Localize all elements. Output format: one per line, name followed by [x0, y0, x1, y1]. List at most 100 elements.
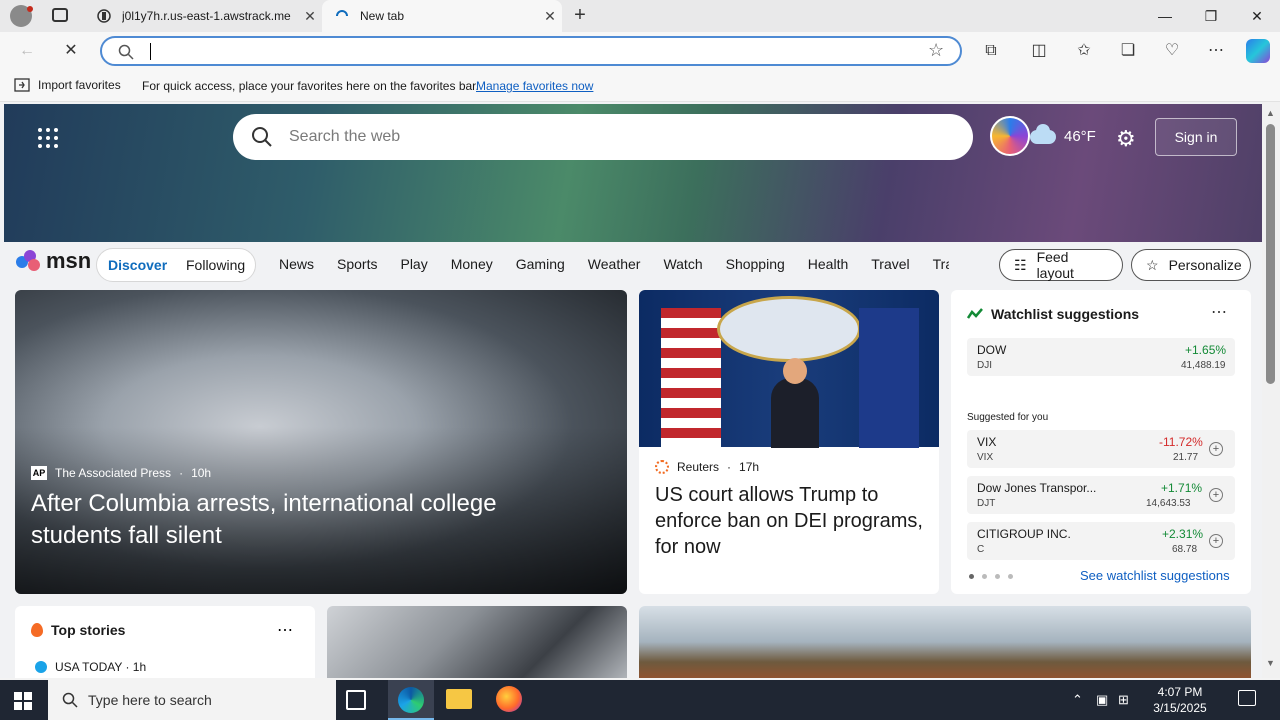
- news-card-doj[interactable]: Reuters · 17h US court allows Trump to e…: [639, 290, 939, 594]
- personalize-button[interactable]: ☆ Personalize: [1131, 249, 1251, 281]
- add-to-watchlist-icon[interactable]: +: [1209, 442, 1223, 456]
- manage-favorites-link[interactable]: Manage favorites now: [476, 79, 593, 93]
- see-watchlist-link[interactable]: See watchlist suggestions: [1080, 568, 1230, 583]
- copilot-icon[interactable]: [990, 116, 1030, 156]
- news-card-food-image[interactable]: [639, 606, 1251, 678]
- close-window-button[interactable]: ✕: [1234, 0, 1280, 32]
- app-launcher-icon[interactable]: [38, 128, 58, 148]
- ap-logo: AP: [31, 466, 47, 480]
- collections-icon[interactable]: ❏: [1117, 40, 1139, 62]
- show-hidden-icons-icon[interactable]: ⌃: [1072, 692, 1083, 708]
- more-options-icon[interactable]: ⋯: [1211, 302, 1227, 322]
- stock-price: 41,488.19: [1181, 360, 1226, 371]
- add-to-watchlist-icon[interactable]: +: [1209, 488, 1223, 502]
- split-screen-icon[interactable]: ◫: [1028, 40, 1050, 62]
- nav-link-news[interactable]: News: [279, 256, 314, 272]
- web-search-box[interactable]: [233, 114, 973, 160]
- back-arrow-icon[interactable]: ←: [16, 40, 38, 62]
- address-input[interactable]: [148, 41, 908, 61]
- msn-logo[interactable]: msn: [16, 248, 91, 274]
- page-scrollbar[interactable]: ▲ ▼: [1262, 102, 1280, 678]
- browser-essentials-icon[interactable]: ♡: [1161, 40, 1183, 62]
- feed-layout-button[interactable]: ☷ Feed layout: [999, 249, 1123, 281]
- device-icon[interactable]: ▣: [1096, 692, 1108, 708]
- top-stories-header: Top stories: [31, 622, 125, 638]
- clock-time: 4:07 PM: [1157, 685, 1203, 699]
- sign-in-button[interactable]: Sign in: [1155, 118, 1237, 156]
- stock-row[interactable]: CITIGROUP INC. C +2.31% 68.78 +: [967, 522, 1235, 560]
- source-separator: ·: [727, 460, 732, 474]
- stock-name: DOW: [977, 343, 1007, 357]
- minimize-button[interactable]: —: [1142, 0, 1188, 32]
- nav-link-health[interactable]: Health: [808, 256, 848, 272]
- speaker-image: [771, 358, 819, 448]
- tab-close-icon[interactable]: ✕: [298, 8, 322, 25]
- new-tab-button[interactable]: +: [568, 4, 592, 28]
- tab-actions-icon[interactable]: [52, 8, 68, 22]
- news-card-image[interactable]: [327, 606, 627, 678]
- scroll-down-icon[interactable]: ▼: [1266, 658, 1275, 668]
- edge-icon: [398, 687, 424, 713]
- suggested-label: Suggested for you: [967, 412, 1049, 423]
- stop-loading-icon[interactable]: ✕: [60, 40, 82, 62]
- top-stories-card: Top stories ⋯ USA TODAY · 1h: [15, 606, 315, 678]
- favorites-icon[interactable]: ✩: [1073, 40, 1095, 62]
- tab-awstrack[interactable]: j0l1y7h.r.us-east-1.awstrack.me ✕: [84, 0, 322, 32]
- tab-following[interactable]: Following: [186, 257, 245, 273]
- nav-link-watch[interactable]: Watch: [663, 256, 702, 272]
- nav-link-shopping[interactable]: Shopping: [726, 256, 785, 272]
- nav-link-weather[interactable]: Weather: [588, 256, 641, 272]
- file-explorer-icon[interactable]: [446, 689, 472, 709]
- notifications-icon[interactable]: [1238, 690, 1256, 706]
- usa-today-logo-icon: [35, 661, 47, 673]
- scrollbar-thumb[interactable]: [1266, 124, 1275, 384]
- stock-row[interactable]: VIX VIX -11.72% 21.77 +: [967, 430, 1235, 468]
- scroll-up-icon[interactable]: ▲: [1266, 108, 1275, 118]
- edge-taskbar-button[interactable]: [388, 680, 434, 720]
- address-bar[interactable]: ☆: [100, 36, 962, 66]
- carousel-dots[interactable]: [969, 574, 1013, 579]
- weather-widget[interactable]: 46°F: [1030, 123, 1096, 145]
- stocks-icon: [967, 308, 983, 319]
- tab-discover[interactable]: Discover: [108, 257, 167, 273]
- firefox-icon[interactable]: [496, 686, 522, 712]
- tab-new-tab[interactable]: New tab ✕: [322, 0, 562, 32]
- profile-icon[interactable]: [10, 5, 33, 27]
- stock-price: 68.78: [1172, 544, 1198, 555]
- more-options-icon[interactable]: ⋯: [277, 620, 293, 640]
- web-search-input[interactable]: [289, 127, 889, 147]
- import-favorites-button[interactable]: Import favorites: [14, 78, 121, 92]
- nav-link-traffic[interactable]: Tra: [933, 256, 949, 272]
- stock-row[interactable]: DOW DJI +1.65% 41,488.19: [967, 338, 1235, 376]
- stock-ticker: DJT: [977, 498, 996, 509]
- feed-toggle: Discover Following: [96, 248, 256, 282]
- network-icon[interactable]: ⊞: [1118, 692, 1129, 708]
- start-button[interactable]: [14, 692, 32, 710]
- copilot-icon[interactable]: [1246, 39, 1270, 63]
- news-card-main[interactable]: AP The Associated Press · 10h After Colu…: [15, 290, 627, 594]
- nav-link-sports[interactable]: Sports: [337, 256, 377, 272]
- taskbar-search[interactable]: Type here to search: [48, 680, 336, 720]
- nav-link-travel[interactable]: Travel: [871, 256, 909, 272]
- stock-change: -11.72%: [1159, 435, 1203, 449]
- favorite-star-icon[interactable]: ☆: [928, 40, 944, 61]
- add-to-watchlist-icon[interactable]: +: [1209, 534, 1223, 548]
- nav-link-gaming[interactable]: Gaming: [516, 256, 565, 272]
- stock-ticker: DJI: [977, 360, 992, 371]
- restore-button[interactable]: ❐: [1188, 0, 1234, 32]
- extensions-icon[interactable]: ⧉: [980, 40, 1002, 62]
- tab-close-icon[interactable]: ✕: [538, 8, 562, 25]
- nav-link-money[interactable]: Money: [451, 256, 493, 272]
- nav-link-play[interactable]: Play: [400, 256, 427, 272]
- watchlist-card: Watchlist suggestions ⋯ DOW DJI +1.65% 4…: [951, 290, 1251, 594]
- headline[interactable]: US court allows Trump to enforce ban on …: [655, 482, 925, 560]
- feed-layout-label: Feed layout: [1036, 249, 1074, 281]
- windows-taskbar: Type here to search ⌃ ▣ ⊞ 🔊 4:07 PM 3/15…: [0, 680, 1280, 720]
- task-view-icon[interactable]: [346, 690, 366, 710]
- settings-gear-icon[interactable]: ⚙: [1116, 126, 1136, 152]
- stock-row[interactable]: Dow Jones Transpor... DJT +1.71% 14,643.…: [967, 476, 1235, 514]
- personalize-star-icon: ☆: [1146, 256, 1159, 273]
- system-clock[interactable]: 4:07 PM 3/15/2025: [1140, 684, 1220, 716]
- headline[interactable]: After Columbia arrests, international co…: [31, 488, 591, 552]
- more-menu-icon[interactable]: ⋯: [1205, 40, 1227, 62]
